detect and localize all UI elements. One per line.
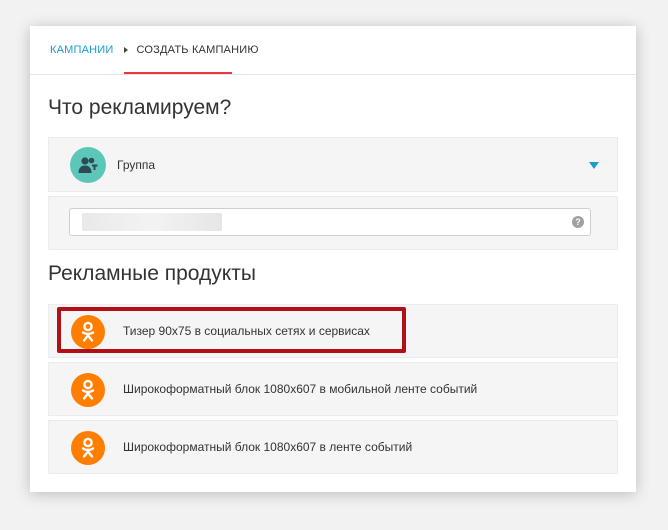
url-input[interactable]: ? <box>69 208 591 236</box>
product-item[interactable]: Широкоформатный блок 1080х607 в ленте со… <box>48 420 618 474</box>
header-divider <box>30 74 636 75</box>
breadcrumb: КАМПАНИИ СОЗДАТЬ КАМПАНИЮ <box>50 26 260 74</box>
product-item[interactable]: Широкоформатный блок 1080х607 в мобильно… <box>48 362 618 416</box>
products-heading: Рекламные продукты <box>48 262 256 285</box>
url-panel: ? <box>48 196 618 250</box>
ok-logo-icon <box>71 315 105 349</box>
product-item[interactable]: Тизер 90х75 в социальных сетях и сервиса… <box>48 304 618 358</box>
object-type-value: Группа <box>117 158 156 172</box>
object-type-select[interactable]: Группа <box>48 137 618 192</box>
group-icon <box>70 147 106 183</box>
advertise-heading: Что рекламируем? <box>48 96 232 119</box>
product-label: Широкоформатный блок 1080х607 в мобильно… <box>123 382 478 396</box>
ok-logo-icon <box>71 373 105 407</box>
campaign-card: КАМПАНИИ СОЗДАТЬ КАМПАНИЮ Что рекламируе… <box>30 26 636 492</box>
breadcrumb-separator-icon <box>123 47 128 53</box>
product-label: Тизер 90х75 в социальных сетях и сервиса… <box>123 324 370 338</box>
url-value <box>82 213 222 231</box>
ok-logo-icon <box>71 431 105 465</box>
product-label: Широкоформатный блок 1080х607 в ленте со… <box>123 440 413 454</box>
chevron-down-icon[interactable] <box>589 162 599 169</box>
help-icon[interactable]: ? <box>572 216 584 228</box>
breadcrumb-campaigns-link[interactable]: КАМПАНИИ <box>50 44 114 56</box>
breadcrumb-current: СОЗДАТЬ КАМПАНИЮ <box>136 44 259 56</box>
